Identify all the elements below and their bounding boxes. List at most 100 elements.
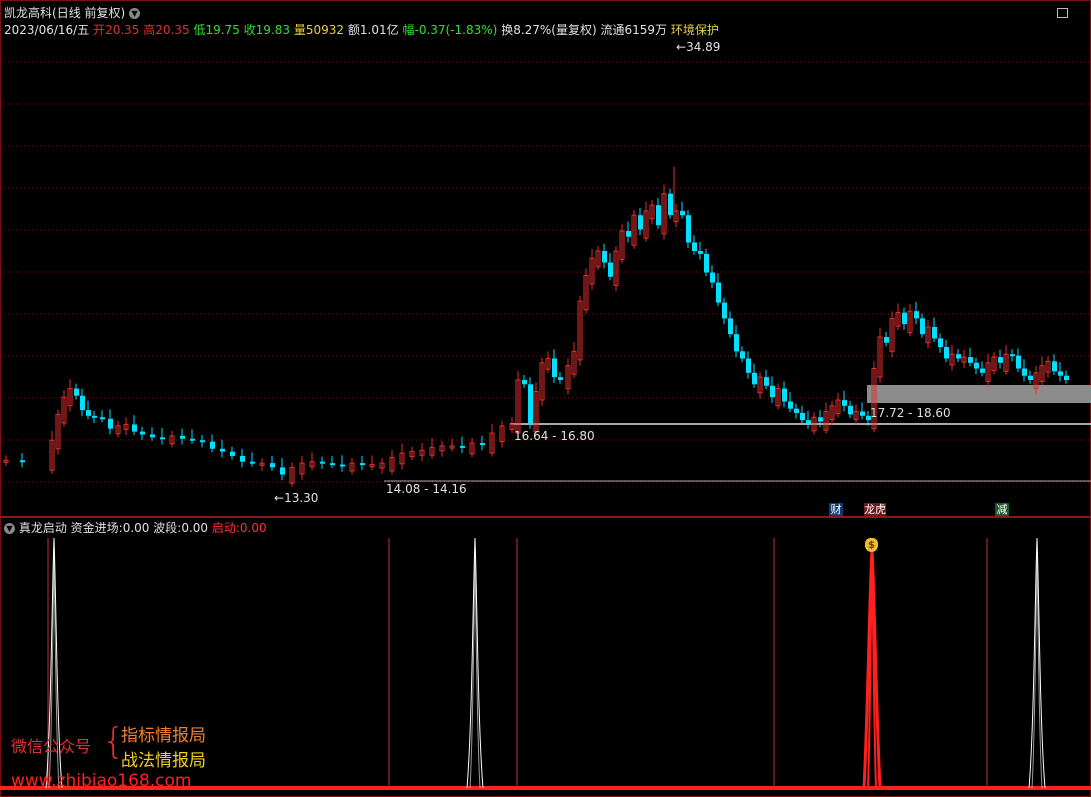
close-label: 收 [243,23,256,37]
candle [1028,370,1033,384]
candle [250,452,255,467]
candle-body [92,415,97,418]
candle [602,243,607,269]
env-tag[interactable]: 环境保护 [671,23,719,37]
candle-body [270,463,275,468]
peak-value: 34.89 [686,40,721,54]
candle-body [794,408,799,413]
candle-body [884,337,889,343]
candle-body [140,431,145,435]
candle-body [1010,354,1015,357]
candle [230,446,235,460]
candle [115,420,121,438]
candle-body [698,251,703,254]
candle [860,402,865,420]
candle-body [752,372,757,385]
candle [1045,356,1051,378]
candle-body [210,441,215,449]
candle [545,351,551,373]
candle-body [460,445,465,448]
candle-body [86,410,91,416]
candle-body [80,395,85,411]
indicator-dropdown-icon[interactable]: ▼ [4,523,15,534]
candle [489,423,495,457]
close-value: 19.83 [255,23,291,37]
badge-longhu[interactable]: 龙虎 [864,503,886,516]
maximize-icon[interactable] [1057,8,1068,18]
start-value: 0.00 [239,521,267,535]
candle [985,353,991,388]
candle-body [280,467,285,475]
candle-body [722,302,727,319]
badge-jian[interactable]: 减 [995,503,1009,516]
candle [938,333,943,353]
candle-body [704,253,709,273]
candlestick-chart[interactable] [0,36,1091,516]
candle-body [998,357,1003,363]
candle [835,392,841,418]
candle [280,458,285,481]
candle-body [1016,355,1021,369]
candle [889,311,895,358]
candle-body [740,351,745,359]
candle [259,458,265,471]
candle [740,346,745,363]
candle [961,349,967,368]
candle [848,400,853,418]
candle [746,351,751,379]
candle [539,357,545,406]
candle-body [716,282,721,303]
candle-body [800,412,805,421]
candle [460,436,465,454]
candle-body [180,435,185,439]
candle [728,311,733,338]
candle [340,455,345,472]
candle-body [190,438,195,441]
candle [788,392,793,413]
candle [577,296,583,366]
candle-body [692,242,697,252]
candle [770,376,775,403]
candle-body [680,210,685,216]
candle [389,450,395,475]
candle-body [848,405,853,415]
candle-body [1022,368,1027,376]
candle [974,357,979,375]
candle [499,420,505,448]
candle [92,410,97,423]
candle [775,383,781,410]
candle [794,403,799,419]
candle [925,319,931,349]
candle-body [914,311,919,319]
candle [270,455,275,471]
candle [240,448,245,468]
candle-body [230,451,235,456]
candle-body [602,251,607,263]
dropdown-icon[interactable]: ▼ [129,8,141,19]
candle-body [74,388,79,396]
indicator-name: 真龙启动 [18,521,67,535]
badge-cai[interactable]: 财 [829,503,843,516]
candle [716,273,721,307]
pane-separator[interactable] [0,516,1091,518]
candle [1010,349,1015,362]
candle-body [1028,375,1033,380]
candle [649,200,655,225]
candle-body [656,205,661,226]
candle-body [1052,361,1057,372]
candle-body [100,417,105,420]
low-value: 19.75 [205,23,240,37]
quote-date: 2023/06/16/五 [4,23,90,37]
start-label: 启动: [211,521,240,535]
candle [522,374,527,388]
peak-label: ←34.89 [676,40,720,54]
candle [853,404,859,426]
fund-label: 资金进场: [70,521,123,535]
candle-body [528,384,533,423]
low-value: 13.30 [284,491,319,505]
candle [210,434,215,453]
candle [902,307,907,330]
candle-body [860,411,865,416]
candle [895,303,901,330]
candle-body [746,358,751,373]
